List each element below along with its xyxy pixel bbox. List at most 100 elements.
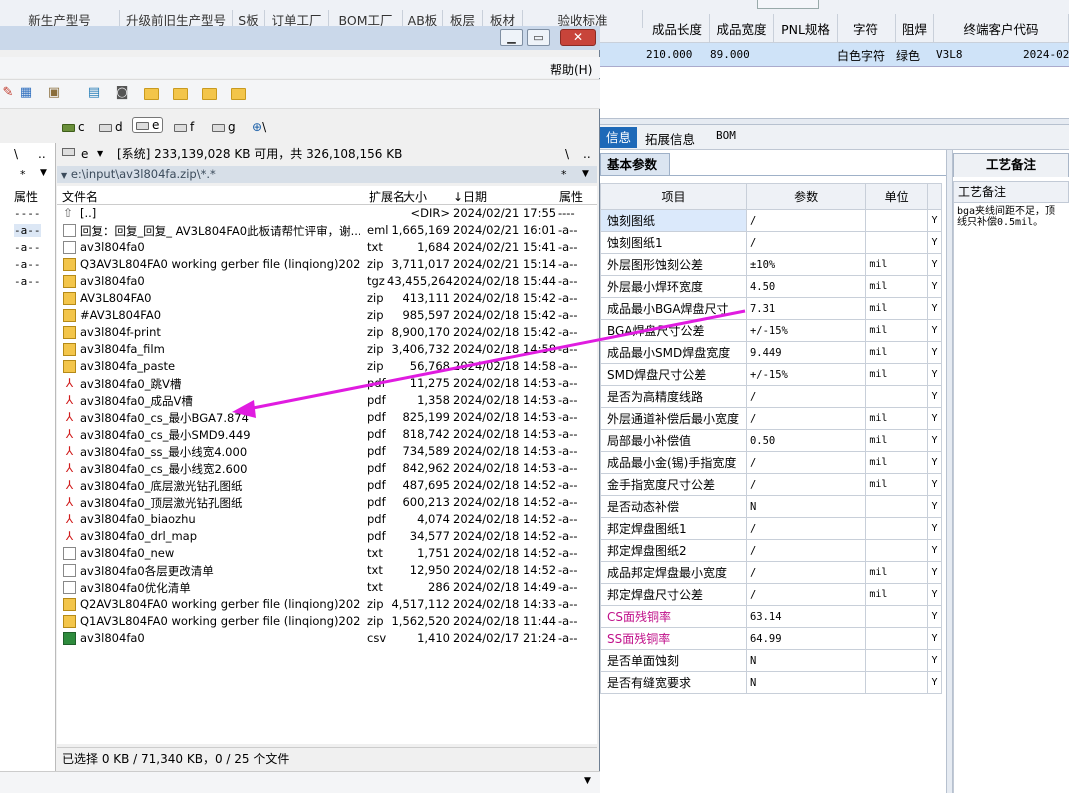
file-list[interactable]: ⇧ [..] <DIR> 2024/02/21 17:55 ---- 回复：回复_回复_ … <box>57 205 597 744</box>
erp-top-tab-handle[interactable] <box>757 0 819 9</box>
param-row[interactable]: 成品邦定焊盘最小宽度 / mil Y <box>600 561 942 584</box>
tab-info[interactable]: 信息 <box>600 127 638 148</box>
param-value[interactable]: N <box>745 649 867 672</box>
param-value[interactable]: / <box>745 561 867 584</box>
file-row[interactable]: ⇧ [..] <DIR> 2024/02/21 17:55 ---- <box>57 205 597 222</box>
file-row[interactable]: ⅄ av3l804fa0_cs_最小BGA7.874 pdf 825,199 2024/… <box>57 409 597 426</box>
file-row[interactable]: av3l804fa0 txt 1,684 2024/02/21 15:41 -a-- <box>57 239 597 256</box>
col-name-header[interactable]: 文件名 <box>62 188 98 205</box>
chevron-down-icon[interactable]: ▼ <box>40 168 47 178</box>
folder-icon[interactable] <box>202 88 217 100</box>
param-row[interactable]: SS面残铜率 64.99 Y <box>600 627 942 650</box>
pack-icon[interactable]: ✎ <box>0 86 16 100</box>
folder-icon[interactable] <box>173 88 188 100</box>
grid-icon[interactable]: ▦ <box>18 86 34 100</box>
param-value[interactable]: / <box>745 385 867 408</box>
param-row[interactable]: 是否为高精度线路 / Y <box>600 385 942 408</box>
drive-e-button[interactable]: e <box>132 117 164 133</box>
param-value[interactable]: / <box>745 473 867 496</box>
basic-params-title[interactable]: 基本参数 <box>600 153 670 175</box>
param-value[interactable]: ±10% <box>745 253 867 276</box>
param-row[interactable]: 金手指宽度尺寸公差 / mil Y <box>600 473 942 496</box>
parent-button[interactable]: .. <box>583 143 591 165</box>
file-row[interactable]: 回复：回复_回复_ AV3L804FA0此板请帮忙评审，谢... eml 1,665… <box>57 222 597 239</box>
param-row[interactable]: 是否有缝宽要求 N Y <box>600 671 942 694</box>
param-value[interactable]: / <box>745 451 867 474</box>
param-value[interactable]: 4.50 <box>745 275 867 298</box>
file-row[interactable]: ⅄ av3l804fa0_跳V槽 pdf 11,275 2024/02/18 14:53… <box>57 375 597 392</box>
param-row[interactable]: 局部最小补偿值 0.50 mil Y <box>600 429 942 452</box>
drive-select[interactable]: e <box>81 143 88 165</box>
archive-icon[interactable]: ▣ <box>46 86 62 100</box>
param-row[interactable]: CS面残铜率 63.14 Y <box>600 605 942 628</box>
param-value[interactable]: / <box>745 517 867 540</box>
param-row[interactable]: 邦定焊盘图纸1/ Y <box>600 517 942 540</box>
chevron-down-icon[interactable]: ▼ <box>582 169 589 179</box>
current-path[interactable]: ▼ e:\input\av3l804fa.zip\*.* <box>57 166 597 183</box>
param-row[interactable]: 邦定焊盘尺寸公差 / mil Y <box>600 583 942 606</box>
folder-icon[interactable] <box>144 88 159 100</box>
col-date-header[interactable]: ↓日期 <box>453 188 487 205</box>
param-row[interactable]: 蚀刻图纸1/ Y <box>600 231 942 254</box>
file-row[interactable]: Q1AV3L804FA0 working gerber file (linqio… <box>57 613 597 630</box>
param-value[interactable]: 0.50 <box>745 429 867 452</box>
notes-icon[interactable]: ▤ <box>86 86 102 100</box>
file-row[interactable]: av3l804fa0各层更改清单 txt 12,950 2024/02/18 14:5… <box>57 562 597 579</box>
param-value[interactable]: 7.31 <box>745 297 867 320</box>
erp-column-header[interactable]: 成品宽度 <box>710 14 774 43</box>
left-parent-button[interactable]: .. <box>38 147 46 161</box>
file-row[interactable]: av3l804f-print zip 8,900,170 2024/02/18 15:… <box>57 324 597 341</box>
file-row[interactable]: av3l804fa0_new txt 1,751 2024/02/18 14:52 -a… <box>57 545 597 562</box>
file-row[interactable]: AV3L804FA0 zip 413,111 2024/02/18 15:42 -a-- <box>57 290 597 307</box>
file-row[interactable]: #AV3L804FA0 zip 985,597 2024/02/18 15:42 -a-… <box>57 307 597 324</box>
col-attr-header[interactable]: 属性 <box>559 188 583 205</box>
file-row[interactable]: av3l804fa0 tgz 43,455,264 2024/02/18 15:44-… <box>57 273 597 290</box>
file-row[interactable]: av3l804fa_film zip 3,406,732 2024/02/18 14:… <box>57 341 597 358</box>
param-row[interactable]: 成品最小金(锡)手指宽度 / mil Y <box>600 451 942 474</box>
file-row[interactable]: ⅄ av3l804fa0_biaozhu pdf 4,074 2024/02/18 14… <box>57 511 597 528</box>
tab-bom[interactable]: BOM <box>716 129 736 147</box>
param-row[interactable]: 蚀刻图纸 / Y <box>600 209 942 232</box>
param-value[interactable]: / <box>745 539 867 562</box>
menu-help[interactable]: 帮助(H) <box>550 61 592 78</box>
file-row[interactable]: ⅄ av3l804fa0_ss_最小线宽4.000 pdf 734,589 2024/0… <box>57 443 597 460</box>
file-row[interactable]: ⅄ av3l804fa0_底层激光钻孔图纸 pdf 487,695 2024/02/18… <box>57 477 597 494</box>
maximize-icon[interactable]: ▭ <box>527 29 550 46</box>
param-value[interactable]: / <box>745 209 867 232</box>
erp-splitter-vertical[interactable] <box>946 150 953 793</box>
file-row[interactable]: Q3AV3L804FA0 working gerber file (linqio… <box>57 256 597 273</box>
param-value[interactable]: 9.449 <box>745 341 867 364</box>
param-row[interactable]: 外层通道补偿后最小宽度 / mil Y <box>600 407 942 430</box>
erp-selected-row[interactable]: 210.000 89.000 白色字符 绿色 V3L8 2024-02- <box>600 43 1069 67</box>
chevron-down-icon[interactable]: ▼ <box>584 776 591 786</box>
file-row[interactable]: ⅄ av3l804fa0_成品V槽 pdf 1,358 2024/02/18 14:53… <box>57 392 597 409</box>
image-icon[interactable]: ◙ <box>114 86 130 100</box>
tab-craft-notes[interactable]: 工艺备注 <box>953 153 1069 177</box>
filter-star[interactable]: * <box>561 168 567 181</box>
col-ext-header[interactable]: 扩展名 <box>369 188 405 205</box>
param-value[interactable]: 63.14 <box>745 605 867 628</box>
param-row[interactable]: 外层最小焊环宽度 4.50 mil Y <box>600 275 942 298</box>
file-row[interactable]: av3l804fa0 csv 1,410 2024/02/17 21:24 -a-- <box>57 630 597 647</box>
minimize-icon[interactable]: ▁ <box>500 29 523 46</box>
file-row[interactable]: ⅄ av3l804fa0_顶层激光钻孔图纸 pdf 600,213 2024/02/18… <box>57 494 597 511</box>
left-file-panel[interactable] <box>0 143 56 775</box>
tab-extended-info[interactable]: 拓展信息 <box>645 129 695 147</box>
drive-c-button[interactable]: c <box>62 120 85 134</box>
network-drive-button[interactable]: ⊕\ <box>252 120 266 134</box>
param-value[interactable]: 64.99 <box>745 627 867 650</box>
param-value[interactable]: / <box>745 231 867 254</box>
file-row[interactable]: ⅄ av3l804fa0_drl_map pdf 34,577 2024/02/18 1… <box>57 528 597 545</box>
param-row[interactable]: 是否动态补偿 N Y <box>600 495 942 518</box>
param-value[interactable]: N <box>745 671 867 694</box>
param-row[interactable]: SMD焊盘尺寸公差 +/-15% mil Y <box>600 363 942 386</box>
root-button[interactable]: \ <box>565 143 569 165</box>
param-row[interactable]: 是否单面蚀刻 N Y <box>600 649 942 672</box>
param-value[interactable]: +/-15% <box>745 363 867 386</box>
param-row[interactable]: 成品最小SMD焊盘宽度 9.449 mil Y <box>600 341 942 364</box>
erp-column-header[interactable]: 字符 <box>836 14 896 43</box>
folder-icon[interactable] <box>231 88 246 100</box>
left-attr-header[interactable]: 属性 <box>14 188 38 205</box>
chevron-down-icon[interactable]: ▼ <box>97 143 103 165</box>
param-row[interactable]: 成品最小BGA焊盘尺寸 7.31 mil Y <box>600 297 942 320</box>
